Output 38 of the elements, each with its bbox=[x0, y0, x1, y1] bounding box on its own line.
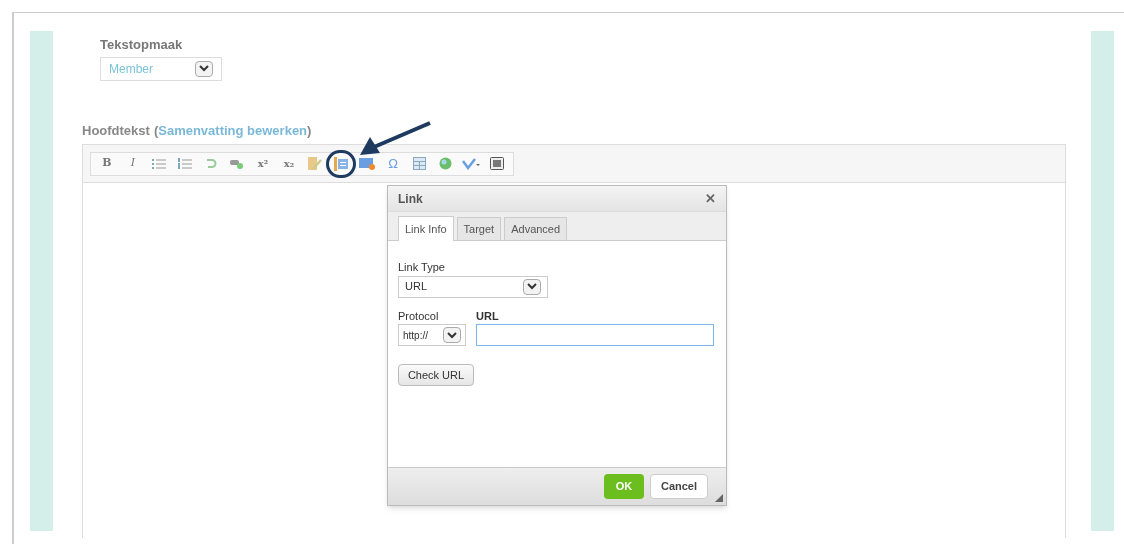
spellcheck-icon bbox=[462, 157, 480, 170]
globe-icon bbox=[438, 157, 452, 170]
dropdown-button[interactable] bbox=[195, 60, 213, 77]
dialog-tab[interactable]: Link Info bbox=[398, 216, 454, 241]
picture-frame-icon bbox=[490, 157, 504, 170]
protocol-select[interactable]: http:// bbox=[398, 324, 466, 346]
close-button[interactable]: ✕ bbox=[705, 188, 716, 209]
dropdown-button[interactable] bbox=[443, 327, 461, 343]
bullet-list-icon bbox=[152, 157, 166, 170]
cancel-button[interactable]: Cancel bbox=[650, 474, 708, 499]
chevron-down-icon bbox=[527, 283, 537, 290]
toolbar-button[interactable] bbox=[329, 152, 353, 175]
chevron-down-icon bbox=[447, 331, 457, 339]
link-type-label: Link Type bbox=[398, 260, 446, 275]
editor-label: Hoofdtekst bbox=[82, 121, 150, 140]
dialog-tab[interactable]: Target bbox=[456, 217, 502, 240]
bracket-text: ) bbox=[307, 121, 312, 140]
resize-grip-icon bbox=[715, 494, 723, 502]
paste-pencil-icon bbox=[308, 156, 322, 171]
table-icon bbox=[412, 157, 426, 170]
chevron-down-icon bbox=[199, 65, 209, 72]
toolbar-button[interactable]: Ω bbox=[381, 152, 405, 175]
url-label: URL bbox=[476, 308, 500, 324]
image-icon bbox=[359, 157, 375, 170]
link-type-select[interactable]: URL bbox=[398, 275, 548, 298]
format-label: Tekstopmaak bbox=[100, 36, 184, 54]
bracket-text: ( bbox=[153, 121, 159, 140]
toolbar-button[interactable]: I bbox=[121, 152, 145, 175]
toolbar-button[interactable]: x₂ bbox=[277, 152, 301, 175]
dialog-title: Link bbox=[398, 190, 423, 208]
toolbar-button[interactable]: x² bbox=[251, 152, 275, 175]
toolbar-button[interactable]: B bbox=[95, 152, 119, 175]
dropdown-button[interactable] bbox=[523, 278, 541, 295]
numbered-list-icon bbox=[178, 157, 192, 170]
protocol-label: Protocol bbox=[398, 308, 440, 324]
check-url-button[interactable]: Check URL bbox=[398, 364, 474, 386]
url-field[interactable] bbox=[476, 324, 714, 346]
dialog-tab[interactable]: Advanced bbox=[504, 217, 568, 240]
